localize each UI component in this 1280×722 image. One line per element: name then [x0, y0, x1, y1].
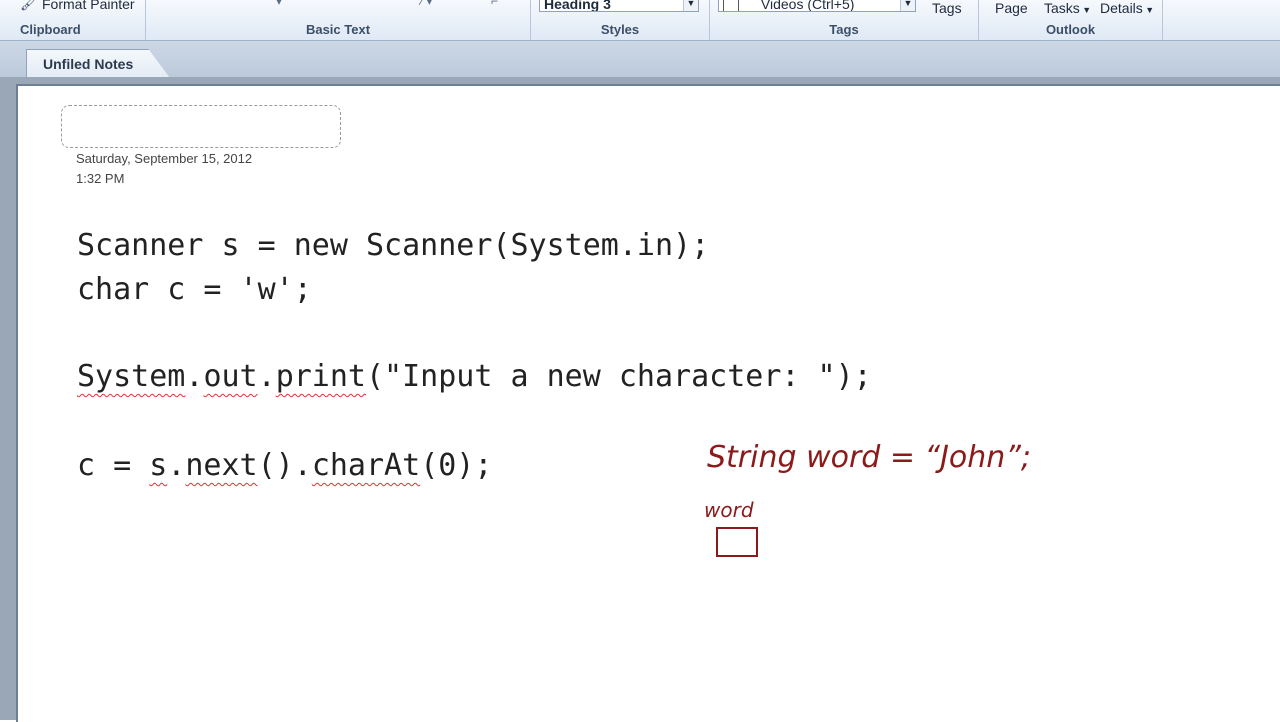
- tag-select-value: Videos (Ctrl+5): [760, 0, 855, 12]
- details-label: Details: [1100, 0, 1143, 16]
- indent-icon[interactable]: ⁄ ▾: [421, 0, 432, 8]
- ink-variable-box[interactable]: [716, 527, 758, 557]
- spelling-error: System: [77, 359, 186, 394]
- style-select[interactable]: Heading 3 ▼: [539, 0, 699, 12]
- details-button[interactable]: Details ▼: [1100, 0, 1154, 16]
- page-button[interactable]: Page: [995, 0, 1028, 16]
- ribbon: 🖌 Format Painter Clipboard ▾ ⁄ ▾ ⌐ Basic…: [0, 0, 1280, 41]
- tasks-label: Tasks: [1044, 0, 1080, 16]
- spelling-error: out: [203, 359, 258, 394]
- chevron-down-icon: ▼: [1142, 5, 1155, 15]
- page-date: Saturday, September 15, 2012: [76, 151, 253, 166]
- tag-checkbox-icon: [723, 0, 739, 11]
- basic-text-group: ▾ ⁄ ▾ ⌐ Basic Text: [146, 0, 531, 40]
- code-token: (0);: [420, 448, 493, 483]
- tab-label: Unfiled Notes: [43, 56, 134, 72]
- page-time: 1:32 PM: [76, 171, 125, 186]
- tab-unfiled-notes[interactable]: Unfiled Notes: [26, 49, 170, 78]
- code-line-4[interactable]: c = s.next().charAt(0);: [77, 448, 492, 484]
- chevron-down-icon: ▼: [1079, 5, 1092, 15]
- section-tab-strip: Unfiled Notes: [0, 41, 1280, 78]
- code-token: ().: [257, 448, 312, 483]
- code-token: .: [185, 359, 204, 394]
- note-page[interactable]: [16, 84, 1280, 722]
- code-line-3[interactable]: System.out.print("Input a new character:…: [77, 359, 872, 395]
- text-format-icons[interactable]: ▾: [276, 0, 282, 8]
- tags-group: Videos (Ctrl+5) ▼ Tags Tags: [710, 0, 979, 40]
- format-painter-icon: 🖌: [20, 0, 38, 11]
- styles-group: Heading 3 ▼ Styles: [531, 0, 710, 40]
- style-select-value: Heading 3: [544, 0, 611, 12]
- tags-group-label: Tags: [829, 22, 859, 37]
- outlook-group-label: Outlook: [1045, 22, 1096, 37]
- tasks-button[interactable]: Tasks ▼: [1044, 0, 1091, 16]
- clipboard-group: 🖌 Format Painter Clipboard: [0, 0, 146, 40]
- outlook-group: Page Tasks ▼ Details ▼ Outlook: [979, 0, 1163, 40]
- code-token: c =: [77, 448, 150, 483]
- page-title-input[interactable]: [61, 105, 341, 148]
- clear-format-icon[interactable]: ⌐: [491, 0, 498, 8]
- chevron-down-icon[interactable]: ▼: [900, 0, 915, 11]
- code-token: .: [257, 359, 276, 394]
- code-token: .: [167, 448, 186, 483]
- tag-select[interactable]: Videos (Ctrl+5) ▼: [718, 0, 916, 12]
- spelling-error: charAt: [311, 448, 421, 483]
- styles-group-label: Styles: [600, 22, 640, 37]
- tags-button[interactable]: Tags: [932, 0, 962, 16]
- spelling-error: print: [275, 359, 366, 394]
- code-line-1[interactable]: Scanner s = new Scanner(System.in);: [77, 228, 709, 264]
- ink-variable-label[interactable]: word: [704, 498, 754, 522]
- format-painter-button[interactable]: Format Painter: [42, 0, 135, 12]
- clipboard-group-label: Clipboard: [20, 22, 81, 37]
- basic-text-group-label: Basic Text: [305, 22, 371, 37]
- chevron-down-icon[interactable]: ▼: [683, 0, 698, 11]
- code-line-2[interactable]: char c = 'w';: [77, 272, 312, 308]
- spelling-error: s: [149, 448, 168, 483]
- code-token: ("Input a new character: ");: [366, 359, 872, 394]
- spelling-error: next: [185, 448, 258, 483]
- ink-statement[interactable]: String word = “John”;: [707, 440, 1031, 475]
